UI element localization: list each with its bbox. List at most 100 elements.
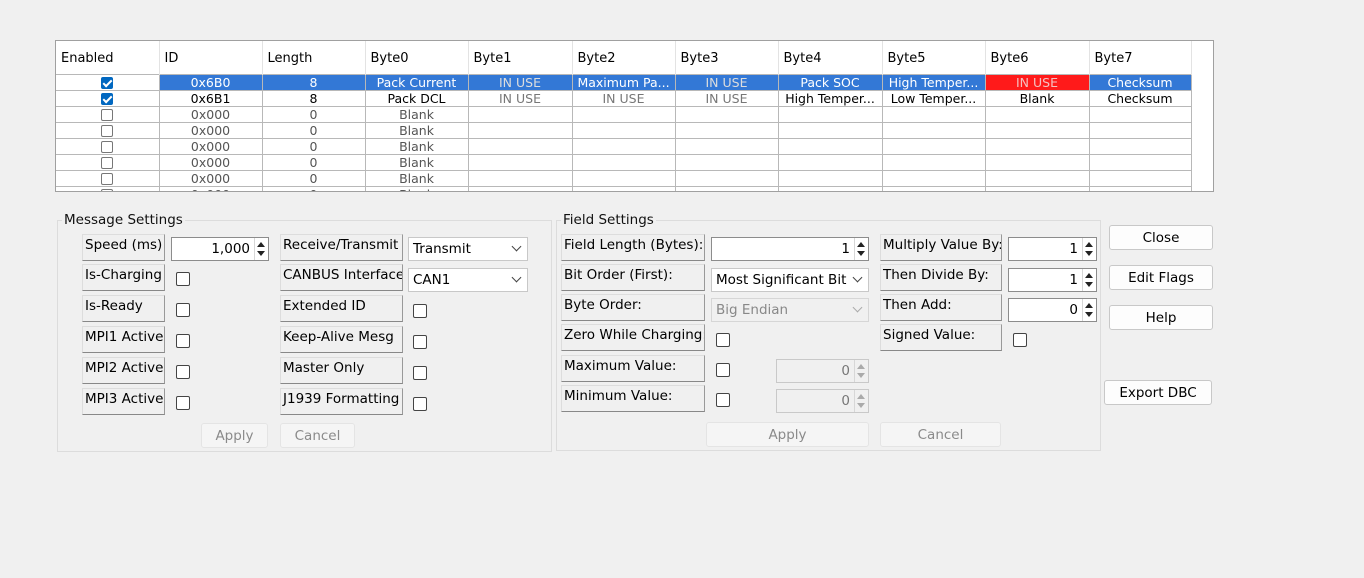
table-cell[interactable] (881, 186, 986, 191)
mpi2-active-checkbox[interactable] (176, 365, 190, 379)
table-cell[interactable] (571, 138, 676, 155)
table-cell[interactable] (467, 170, 573, 187)
keep-alive-checkbox[interactable] (413, 335, 427, 349)
table-cell[interactable] (674, 106, 779, 123)
table-cell[interactable]: High Temper... (777, 90, 883, 107)
spin-down-icon[interactable] (257, 251, 265, 256)
table-cell[interactable]: 0 (261, 138, 366, 155)
table-cell[interactable] (881, 138, 986, 155)
spin-up-icon[interactable] (1085, 273, 1093, 278)
spin-up-icon[interactable] (1085, 303, 1093, 308)
table-cell[interactable]: Pack Current (364, 74, 469, 91)
minimum-value-spinbox[interactable]: 0 (776, 389, 869, 413)
receive-transmit-select[interactable]: Transmit (408, 237, 528, 261)
table-cell[interactable]: Low Temper... (881, 90, 986, 107)
table-cell[interactable]: 0x6B0 (158, 74, 263, 91)
table-cell[interactable]: 0 (261, 154, 366, 171)
table-cell[interactable]: IN USE (467, 74, 573, 91)
table-cell[interactable]: 0x000 (158, 106, 263, 123)
table-cell[interactable]: IN USE (984, 74, 1090, 91)
table-cell[interactable] (777, 138, 883, 155)
column-header-length[interactable]: Length (262, 41, 366, 75)
table-cell[interactable]: IN USE (674, 90, 779, 107)
enabled-checkbox[interactable] (101, 125, 114, 137)
table-cell[interactable] (467, 138, 573, 155)
table-cell[interactable]: Blank (364, 122, 469, 139)
table-cell[interactable] (674, 186, 779, 191)
table-row[interactable]: 0x0000Blank (56, 122, 1192, 139)
enabled-checkbox[interactable] (101, 189, 114, 191)
table-cell[interactable] (674, 138, 779, 155)
table-row[interactable]: 0x0000Blank (56, 186, 1192, 191)
table-cell[interactable] (571, 154, 676, 171)
field-apply-button[interactable]: Apply (706, 422, 869, 447)
multiply-value-spinbox[interactable]: 1 (1008, 237, 1097, 261)
table-cell[interactable] (674, 122, 779, 139)
enabled-checkbox[interactable] (101, 109, 114, 121)
message-apply-button[interactable]: Apply (201, 423, 268, 448)
table-cell[interactable]: 0 (261, 170, 366, 187)
table-cell[interactable] (777, 154, 883, 171)
spin-up-icon[interactable] (857, 242, 865, 247)
table-cell[interactable] (984, 154, 1090, 171)
enabled-checkbox-checked[interactable] (101, 93, 114, 105)
table-cell[interactable]: Checksum (1088, 90, 1192, 107)
table-cell[interactable]: 0x000 (158, 186, 263, 191)
spin-up-icon[interactable] (257, 242, 265, 247)
table-cell[interactable] (984, 138, 1090, 155)
canbus-interface-select[interactable]: CAN1 (408, 268, 528, 292)
table-cell[interactable]: Maximum Pa... (571, 74, 676, 91)
table-cell[interactable]: 8 (261, 90, 366, 107)
table-cell[interactable]: Blank (364, 170, 469, 187)
table-cell[interactable] (1088, 154, 1192, 171)
table-cell[interactable] (467, 122, 573, 139)
extended-id-checkbox[interactable] (413, 304, 427, 318)
table-cell[interactable]: Blank (364, 186, 469, 191)
column-header-byte1[interactable]: Byte1 (468, 41, 573, 75)
maximum-value-checkbox[interactable] (716, 363, 730, 377)
table-cell[interactable]: Blank (364, 106, 469, 123)
speed-spinbox[interactable]: 1,000 (171, 237, 269, 261)
column-header-enabled[interactable]: Enabled (56, 41, 160, 75)
table-cell[interactable]: Blank (364, 138, 469, 155)
message-cancel-button[interactable]: Cancel (280, 423, 355, 448)
table-cell[interactable] (881, 106, 986, 123)
table-cell[interactable] (777, 106, 883, 123)
edit-flags-button[interactable]: Edit Flags (1109, 265, 1213, 290)
table-cell[interactable] (1088, 122, 1192, 139)
table-row[interactable]: 0x6B0 8 Pack Current IN USE Maximum Pa... IN … (56, 74, 1192, 91)
minimum-value-checkbox[interactable] (716, 393, 730, 407)
table-cell[interactable]: 8 (261, 74, 366, 91)
column-header-byte7[interactable]: Byte7 (1089, 41, 1192, 75)
table-cell[interactable]: 0 (261, 106, 366, 123)
table-cell[interactable] (881, 122, 986, 139)
table-cell[interactable]: Pack SOC (777, 74, 883, 91)
spin-up-icon[interactable] (857, 394, 865, 399)
field-cancel-button[interactable]: Cancel (880, 422, 1001, 447)
table-cell[interactable] (1088, 186, 1192, 191)
export-dbc-button[interactable]: Export DBC (1104, 380, 1212, 405)
zero-while-charging-checkbox[interactable] (716, 333, 730, 347)
column-header-byte5[interactable]: Byte5 (882, 41, 986, 75)
table-cell[interactable] (467, 154, 573, 171)
spin-down-icon[interactable] (1085, 251, 1093, 256)
column-header-byte3[interactable]: Byte3 (675, 41, 779, 75)
column-header-byte4[interactable]: Byte4 (778, 41, 883, 75)
maximum-value-spinbox[interactable]: 0 (776, 359, 869, 383)
table-cell[interactable] (674, 170, 779, 187)
table-row[interactable]: 0x0000Blank (56, 170, 1192, 187)
divide-by-spinbox[interactable]: 1 (1008, 268, 1097, 292)
spin-down-icon[interactable] (1085, 282, 1093, 287)
help-button[interactable]: Help (1109, 305, 1213, 330)
table-row[interactable]: 0x6B1 8 Pack DCL IN USE IN USE IN USE High Tem… (56, 90, 1192, 107)
then-add-spinbox[interactable]: 0 (1008, 298, 1097, 322)
column-header-byte2[interactable]: Byte2 (572, 41, 676, 75)
spin-up-icon[interactable] (1085, 242, 1093, 247)
table-cell[interactable]: IN USE (467, 90, 573, 107)
field-length-spinbox[interactable]: 1 (711, 237, 869, 261)
table-cell[interactable] (571, 106, 676, 123)
table-cell[interactable] (674, 154, 779, 171)
can-message-grid[interactable]: Enabled ID Length Byte0 Byte1 Byte2 Byte… (55, 40, 1214, 192)
table-cell[interactable] (571, 186, 676, 191)
table-cell[interactable] (1088, 170, 1192, 187)
